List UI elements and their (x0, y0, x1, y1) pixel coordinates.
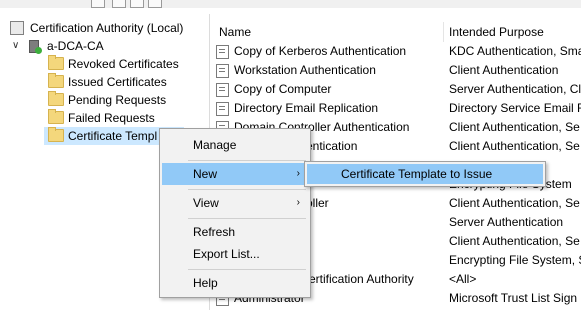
menu-item-view[interactable]: View › (162, 192, 308, 214)
tree-item-ca[interactable]: ∨ a-DCA-CA (0, 37, 209, 55)
chevron-right-icon: › (296, 197, 300, 208)
menu-separator (188, 160, 306, 161)
menu-item-label: Certificate Template to Issue (341, 167, 493, 181)
tree-item-revoked-certificates[interactable]: Revoked Certificates (0, 55, 209, 73)
tree-item-label: Certificate Templ (68, 129, 158, 143)
menu-separator (188, 218, 306, 219)
menu-item-refresh[interactable]: Refresh (162, 221, 308, 243)
table-row[interactable]: Workstation Authentication Client Authen… (210, 61, 581, 80)
row-purpose: Encrypting File System, Se (449, 253, 581, 267)
menu-item-label: Help (193, 276, 218, 290)
row-purpose: Client Authentication (449, 63, 559, 77)
row-name: Copy of Computer (234, 82, 332, 96)
folder-icon (48, 109, 64, 124)
folder-icon (48, 91, 64, 106)
row-purpose: Client Authentication, Se (449, 120, 580, 134)
folder-icon (48, 127, 64, 142)
table-row[interactable]: Copy of Kerberos Authentication KDC Auth… (210, 42, 581, 61)
menu-item-export-list[interactable]: Export List... (162, 243, 308, 265)
folder-icon (48, 55, 64, 70)
column-header: Name Intended Purpose (210, 22, 581, 42)
menu-item-label: New (193, 167, 218, 181)
certificate-template-icon (216, 83, 229, 97)
toolbar-icon[interactable] (91, 0, 105, 8)
menu-separator (188, 269, 306, 270)
toolbar-strip (0, 0, 581, 8)
tree-item-issued-certificates[interactable]: Issued Certificates (0, 73, 209, 91)
ca-server-icon (29, 40, 42, 54)
column-header-name[interactable]: Name (219, 22, 251, 42)
row-purpose: Microsoft Trust List Sign (449, 291, 578, 305)
new-submenu: Certificate Template to Issue (304, 161, 546, 187)
certificate-template-icon (216, 102, 229, 116)
tree-root-label: Certification Authority (Local) (30, 21, 184, 35)
menu-item-label: Refresh (193, 225, 236, 239)
tree-ca-label: a-DCA-CA (47, 39, 104, 53)
menu-item-label: View (193, 196, 219, 210)
column-divider[interactable] (443, 22, 444, 42)
tree-item-failed-requests[interactable]: Failed Requests (0, 109, 209, 127)
row-name: Workstation Authentication (234, 63, 376, 77)
menu-item-label: Export List... (193, 247, 260, 261)
row-purpose: Directory Service Email Re (449, 101, 581, 115)
certificate-template-icon (216, 45, 229, 59)
row-purpose: Server Authentication, Cl (449, 82, 581, 96)
tree-item-pending-requests[interactable]: Pending Requests (0, 91, 209, 109)
tree-item-label: Issued Certificates (68, 75, 167, 89)
certificate-template-icon (216, 64, 229, 78)
menu-item-certificate-template-to-issue[interactable]: Certificate Template to Issue (307, 164, 543, 184)
row-name: entication (306, 139, 358, 153)
row-purpose: <All> (449, 272, 477, 286)
row-name: ertification Authority (309, 272, 414, 286)
row-purpose: Client Authentication, Se (449, 234, 580, 248)
row-purpose: Client Authentication, Se (449, 196, 580, 210)
row-purpose: KDC Authentication, Sma (449, 44, 581, 58)
menu-item-new[interactable]: New › (162, 163, 308, 185)
chevron-down-icon[interactable]: ∨ (12, 37, 19, 55)
menu-item-manage[interactable]: Manage (162, 134, 308, 156)
row-purpose: Client Authentication, Se (449, 139, 580, 153)
tree-item-label: Revoked Certificates (68, 57, 179, 71)
toolbar-icon[interactable] (112, 0, 126, 8)
tree-item-label: Failed Requests (68, 111, 155, 125)
column-header-intended-purpose[interactable]: Intended Purpose (449, 22, 544, 42)
menu-item-help[interactable]: Help (162, 272, 308, 294)
context-menu: Manage New › View › Refresh Export List.… (159, 128, 311, 298)
menu-item-label: Manage (193, 138, 237, 152)
ca-snapin-icon (10, 21, 24, 35)
tree-item-label: Pending Requests (68, 93, 167, 107)
tree-root-item[interactable]: Certification Authority (Local) (0, 19, 209, 37)
toolbar-icon[interactable] (130, 0, 144, 8)
row-purpose: Server Authentication (449, 215, 564, 229)
table-row[interactable]: Copy of Computer Server Authentication, … (210, 80, 581, 99)
chevron-right-icon: › (296, 168, 300, 179)
row-name: Copy of Kerberos Authentication (234, 44, 407, 58)
row-name: Directory Email Replication (234, 101, 379, 115)
menu-separator (188, 189, 306, 190)
folder-icon (48, 73, 64, 88)
table-row[interactable]: Directory Email Replication Directory Se… (210, 99, 581, 118)
toolbar-icon[interactable] (148, 0, 162, 8)
